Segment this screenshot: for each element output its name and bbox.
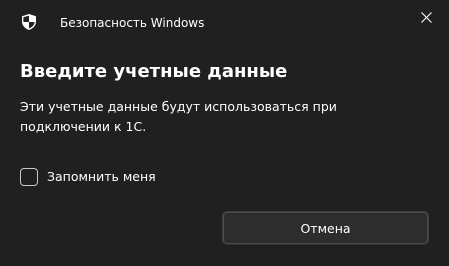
title-bar: Безопасность Windows xyxy=(0,0,449,44)
remember-me-label[interactable]: Запомнить меня xyxy=(47,168,156,186)
dialog-message: Эти учетные данные будут использоваться … xyxy=(20,99,337,134)
shield-icon xyxy=(22,14,36,30)
credentials-dialog: Безопасность Windows Введите учетные дан… xyxy=(0,0,449,266)
dialog-heading: Введите учетные данные xyxy=(20,61,288,82)
remember-me-option[interactable]: Запомнить меня xyxy=(20,166,156,188)
remember-me-checkbox[interactable] xyxy=(20,168,38,186)
cancel-button[interactable]: Отмена xyxy=(222,211,429,245)
close-icon xyxy=(420,8,432,27)
close-button[interactable] xyxy=(407,4,445,30)
app-title: Безопасность Windows xyxy=(60,16,205,30)
